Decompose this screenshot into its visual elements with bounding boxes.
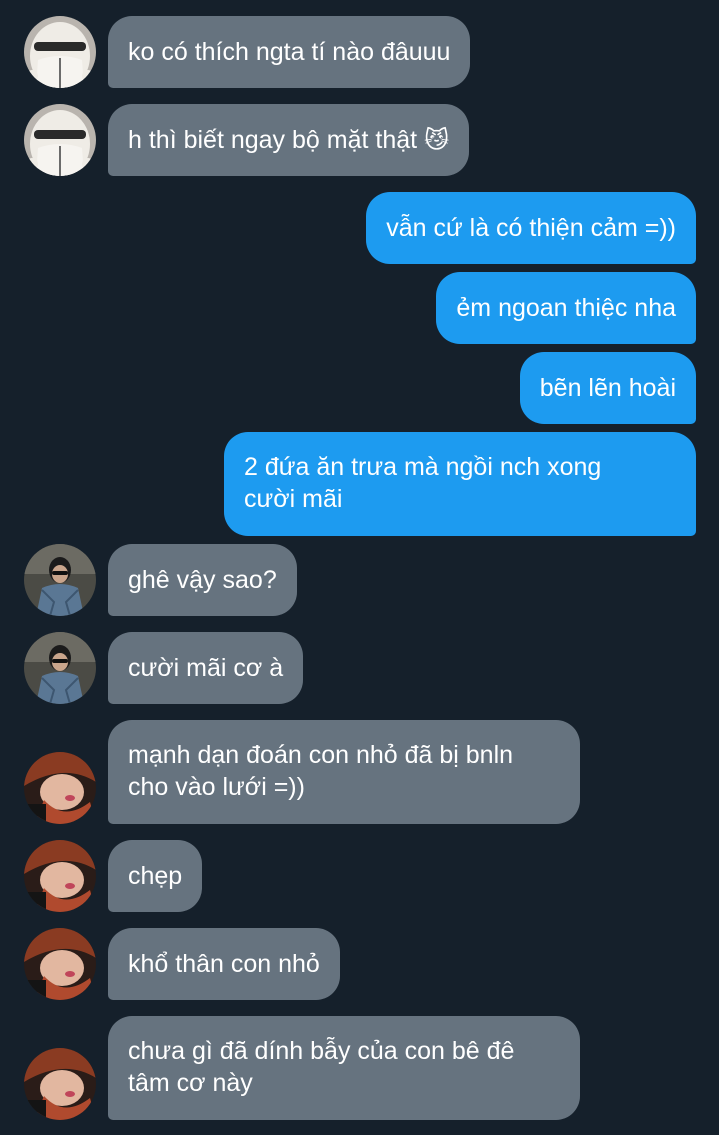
cat-face-emoji-icon: 😼 — [424, 126, 450, 154]
incoming-message-bubble[interactable]: cười mãi cơ à — [108, 632, 304, 704]
denim-jacket-avatar[interactable] — [24, 544, 96, 616]
incoming-message-bubble[interactable]: ghê vậy sao? — [108, 544, 297, 616]
message-text: ẻm ngoan thiệc nha — [456, 294, 676, 322]
message-text: h thì biết ngay bộ mặt thật — [128, 126, 418, 154]
message-text-line: tâm cơ này — [128, 1069, 253, 1097]
message-text: ghê vậy sao? — [128, 566, 277, 594]
conversation-thread: ko có thích ngta tí nào đâuuu h thì biết… — [0, 0, 719, 1135]
message-text: vẫn cứ là có thiện cảm =)) — [386, 214, 676, 242]
incoming-message-bubble[interactable]: mạnh dạn đoán con nhỏ đã bị bnln cho vào… — [108, 720, 580, 824]
red-hair-avatar[interactable] — [24, 840, 96, 912]
message-text-line: cười mãi — [244, 485, 343, 513]
message-text: cười mãi cơ à — [128, 654, 284, 682]
outgoing-message-bubble[interactable]: bẽn lẽn hoài — [519, 352, 696, 424]
message-text-line: mạnh dạn đoán con nhỏ đã bị bnln — [128, 741, 514, 769]
red-hair-avatar[interactable] — [24, 928, 96, 1000]
outgoing-message-bubble[interactable]: vẫn cứ là có thiện cảm =)) — [366, 192, 696, 264]
red-hair-avatar[interactable] — [24, 1048, 96, 1120]
message-text-line: 2 đứa ăn trưa mà ngồi nch xong — [244, 453, 602, 481]
incoming-message-bubble[interactable]: h thì biết ngay bộ mặt thật 😼 — [108, 104, 470, 176]
message-text: ko có thích ngta tí nào đâuuu — [128, 38, 451, 66]
red-hair-avatar[interactable] — [24, 752, 96, 824]
incoming-message-bubble[interactable]: ko có thích ngta tí nào đâuuu — [108, 16, 471, 88]
incoming-message-bubble[interactable]: chẹp — [108, 840, 203, 912]
white-hood-avatar[interactable] — [24, 16, 96, 88]
message-text: bẽn lẽn hoài — [539, 374, 676, 402]
outgoing-message-bubble[interactable]: ẻm ngoan thiệc nha — [436, 272, 696, 344]
incoming-message-bubble[interactable]: chưa gì đã dính bẫy của con bê đê tâm cơ… — [108, 1016, 580, 1120]
incoming-message-bubble[interactable]: khổ thân con nhỏ — [108, 928, 340, 1000]
message-text: chẹp — [128, 862, 183, 890]
message-text-line: cho vào lưới =)) — [128, 773, 305, 801]
denim-jacket-avatar[interactable] — [24, 632, 96, 704]
outgoing-message-bubble[interactable]: 2 đứa ăn trưa mà ngồi nch xong cười mãi — [224, 432, 696, 536]
message-text-line: chưa gì đã dính bẫy của con bê đê — [128, 1037, 515, 1065]
white-hood-avatar[interactable] — [24, 104, 96, 176]
message-text: khổ thân con nhỏ — [128, 950, 320, 978]
